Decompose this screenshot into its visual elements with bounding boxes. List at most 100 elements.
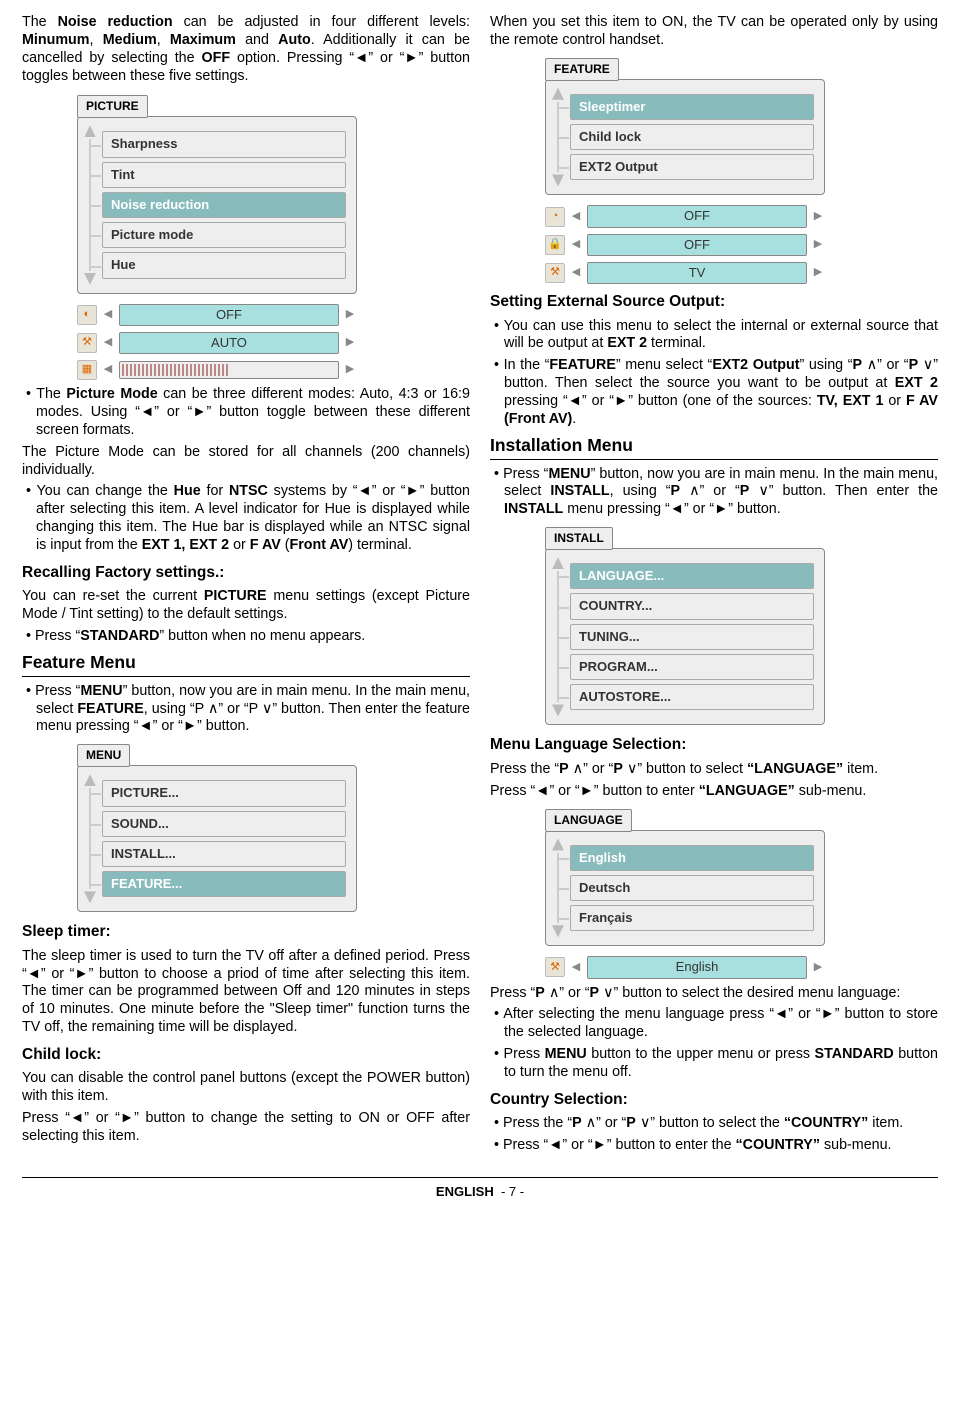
right-arrow-icon: ▶	[811, 236, 825, 254]
osd-install-body: LANGUAGE... COUNTRY... TUNING... PROGRAM…	[545, 548, 825, 725]
osd-picture-body: Sharpness Tint Noise reduction Picture m…	[77, 116, 357, 293]
osd-item: AUTOSTORE...	[570, 684, 814, 710]
osd-item: Hue	[102, 252, 346, 278]
value-row: 🔒 ◀ OFF ▶	[545, 234, 825, 256]
osd-language-tab: LANGUAGE	[545, 809, 632, 832]
child-para1: You can disable the control panel button…	[22, 1070, 470, 1106]
left-arrow-icon: ◀	[569, 958, 583, 976]
child-para2: Press “◄” or “►” button to change the se…	[22, 1110, 470, 1146]
left-arrow-icon: ◀	[101, 361, 115, 379]
feature-heading: Feature Menu	[22, 652, 470, 677]
osd-item-selected: Sleeptimer	[570, 94, 814, 120]
right-intro: When you set this item to ON, the TV can…	[490, 14, 938, 50]
osd-feature-tab: FEATURE	[545, 58, 619, 81]
recall-bullet: Press “STANDARD” button when no menu app…	[22, 628, 470, 646]
lock-icon: 🔒	[545, 235, 565, 255]
value-off: OFF	[587, 234, 807, 256]
value-row: ⚒ ◀ TV ▶	[545, 262, 825, 284]
osd-feature-body: Sleeptimer Child lock EXT2 Output	[545, 79, 825, 196]
osd-item: SOUND...	[102, 811, 346, 837]
lang-para3: Press “P ∧” or “P ∨” button to select th…	[490, 985, 938, 1003]
osd-item: Français	[570, 905, 814, 931]
hue-slider	[119, 361, 339, 379]
footer-divider	[22, 1177, 938, 1178]
footer-language: ENGLISH	[436, 1184, 494, 1199]
sleep-para: The sleep timer is used to turn the TV o…	[22, 948, 470, 1037]
picture-mode-para2: The Picture Mode can be stored for all c…	[22, 444, 470, 480]
footer-page: - 7 -	[501, 1184, 524, 1199]
hue-icon: ▦	[77, 360, 97, 380]
right-column: When you set this item to ON, the TV can…	[490, 14, 938, 1159]
right-arrow-icon: ▶	[811, 208, 825, 226]
left-arrow-icon: ◀	[569, 236, 583, 254]
osd-language-body: English Deutsch Français	[545, 830, 825, 947]
osd-item: EXT2 Output	[570, 154, 814, 180]
right-arrow-icon: ▶	[343, 334, 357, 352]
osd-item-selected: FEATURE...	[102, 871, 346, 897]
left-arrow-icon: ◀	[569, 264, 583, 282]
value-row: ◔ ◀ OFF ▶	[545, 205, 825, 227]
timer-icon: ◔	[545, 207, 565, 227]
lang-heading: Menu Language Selection:	[490, 735, 938, 754]
install-heading: Installation Menu	[490, 435, 938, 460]
intro-noise: The Noise reduction can be adjusted in f…	[22, 14, 470, 85]
osd-item: PROGRAM...	[570, 654, 814, 680]
country-heading: Country Selection:	[490, 1090, 938, 1109]
osd-menu-tab: MENU	[77, 744, 130, 767]
osd-menu-body: PICTURE... SOUND... INSTALL... FEATURE..…	[77, 765, 357, 912]
osd-item: Deutsch	[570, 875, 814, 901]
lang-bullet2: Press MENU button to the upper menu or p…	[490, 1046, 938, 1082]
osd-item: COUNTRY...	[570, 593, 814, 619]
left-arrow-icon: ◀	[101, 334, 115, 352]
wrench-icon: ⚒	[545, 957, 565, 977]
lang-bullet1: After selecting the menu language press …	[490, 1006, 938, 1042]
osd-item: Picture mode	[102, 222, 346, 248]
right-arrow-icon: ▶	[811, 958, 825, 976]
osd-item: Child lock	[570, 124, 814, 150]
osd-item-selected: LANGUAGE...	[570, 563, 814, 589]
country-bullet1: Press the “P ∧” or “P ∨” button to selec…	[490, 1115, 938, 1133]
wrench-icon: ⚒	[545, 263, 565, 283]
value-row-slider: ▦ ◀ ▶	[77, 360, 357, 380]
child-heading: Child lock:	[22, 1045, 470, 1064]
lang-para2: Press “◄” or “►” button to enter “LANGUA…	[490, 783, 938, 801]
page-footer: ENGLISH - 7 -	[22, 1184, 938, 1200]
ext-bullet2: In the “FEATURE” menu select “EXT2 Outpu…	[490, 357, 938, 428]
value-row-auto: ⚒ ◀ AUTO ▶	[77, 332, 357, 354]
wrench-icon: ⚒	[77, 333, 97, 353]
country-bullet2: Press “◄” or “►” button to enter the “CO…	[490, 1137, 938, 1155]
osd-install-tab: INSTALL	[545, 527, 613, 550]
value-english: English	[587, 956, 807, 978]
value-auto: AUTO	[119, 332, 339, 354]
install-para: Press “MENU” button, now you are in main…	[490, 466, 938, 520]
osd-item: PICTURE...	[102, 780, 346, 806]
right-arrow-icon: ▶	[343, 361, 357, 379]
ext-heading: Setting External Source Output:	[490, 292, 938, 311]
osd-item: Sharpness	[102, 131, 346, 157]
osd-item-selected: Noise reduction	[102, 192, 346, 218]
recall-para: You can re-set the current PICTURE menu …	[22, 588, 470, 624]
value-off: OFF	[119, 304, 339, 326]
osd-item: Tint	[102, 162, 346, 188]
picture-mode-para: The Picture Mode can be three different …	[22, 386, 470, 440]
sleep-heading: Sleep timer:	[22, 922, 470, 941]
slider-icon: ◐	[77, 305, 97, 325]
left-arrow-icon: ◀	[569, 208, 583, 226]
value-row-english: ⚒ ◀ English ▶	[545, 956, 825, 978]
value-row-off: ◐ ◀ OFF ▶	[77, 304, 357, 326]
left-arrow-icon: ◀	[101, 306, 115, 324]
ext-bullet1: You can use this menu to select the inte…	[490, 318, 938, 354]
osd-item: TUNING...	[570, 624, 814, 650]
feature-para: Press “MENU” button, now you are in main…	[22, 683, 470, 737]
osd-item-selected: English	[570, 845, 814, 871]
osd-item: INSTALL...	[102, 841, 346, 867]
osd-picture-tab: PICTURE	[77, 95, 148, 118]
right-arrow-icon: ▶	[343, 306, 357, 324]
hue-para: You can change the Hue for NTSC systems …	[22, 483, 470, 554]
value-tv: TV	[587, 262, 807, 284]
value-off: OFF	[587, 205, 807, 227]
lang-para1: Press the “P ∧” or “P ∨” button to selec…	[490, 761, 938, 779]
recall-heading: Recalling Factory settings.:	[22, 563, 470, 582]
left-column: The Noise reduction can be adjusted in f…	[22, 14, 470, 1159]
right-arrow-icon: ▶	[811, 264, 825, 282]
